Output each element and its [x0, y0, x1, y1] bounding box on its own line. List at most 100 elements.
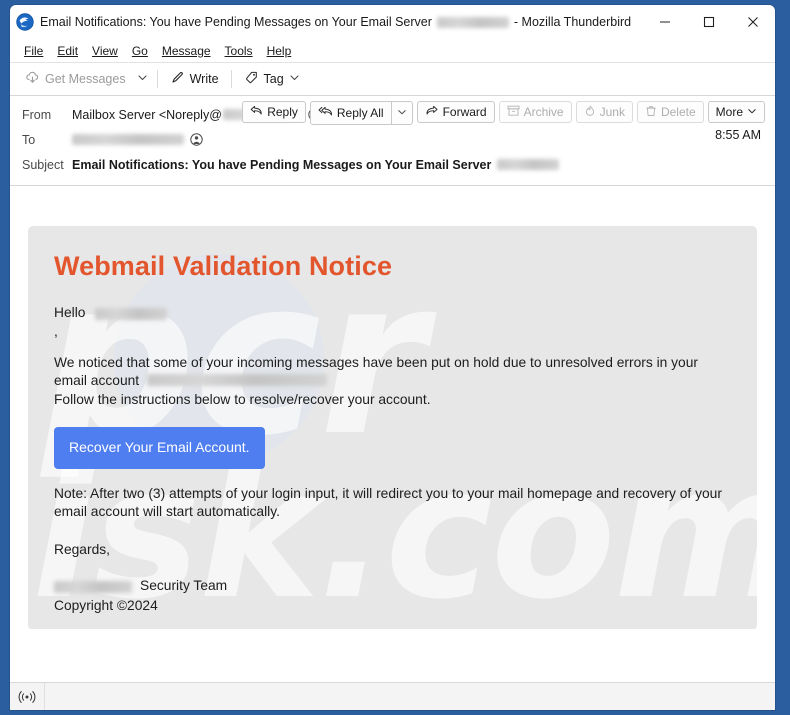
menu-item-message[interactable]: Message	[156, 42, 217, 60]
toolbar-separator-1	[156, 70, 158, 88]
menu-item-edit[interactable]: Edit	[51, 42, 84, 60]
reply-icon	[250, 105, 263, 119]
junk-flame-icon	[584, 105, 596, 120]
redacted-recipient-name	[95, 307, 168, 320]
email-note: Note: After two (3) attempts of your log…	[54, 485, 722, 519]
window-title-text: Email Notifications: You have Pending Me…	[40, 15, 432, 29]
get-messages-button[interactable]: Get Messages	[18, 67, 133, 91]
message-header: From Mailbox Server <Noreply@ > To	[10, 96, 775, 186]
subject-text: Email Notifications: You have Pending Me…	[72, 157, 492, 172]
pencil-icon	[170, 70, 185, 88]
email-regards: Regards,	[54, 542, 110, 558]
menu-item-tools-label: Tools	[224, 43, 253, 58]
redacted-domain-title	[436, 16, 509, 28]
email-signature-line: Security Team	[54, 577, 733, 596]
redacted-recipient-address	[72, 134, 184, 145]
email-account-text: email account	[54, 373, 140, 389]
subject-value: Email Notifications: You have Pending Me…	[72, 157, 560, 172]
archive-button[interactable]: Archive	[498, 101, 572, 123]
reply-all-dropdown[interactable]	[392, 102, 412, 124]
menu-item-go[interactable]: Go	[126, 42, 154, 60]
tag-button[interactable]: Tag	[237, 67, 307, 91]
get-messages-dropdown[interactable]	[133, 67, 152, 91]
write-button[interactable]: Write	[163, 67, 226, 91]
window-title: Email Notifications: You have Pending Me…	[40, 15, 631, 29]
menu-item-edit-label: Edit	[57, 43, 79, 58]
menu-item-tools[interactable]: Tools	[219, 42, 259, 60]
trash-icon	[645, 105, 657, 120]
menu-item-view[interactable]: View	[86, 42, 124, 60]
email-greeting-line: Hello	[54, 304, 733, 322]
archive-box-icon	[507, 105, 520, 120]
menu-item-message-label: Message	[161, 43, 211, 58]
get-messages-label: Get Messages	[45, 72, 126, 86]
from-address-prefix: Mailbox Server <Noreply@	[72, 107, 222, 122]
desktop-background: Email Notifications: You have Pending Me…	[0, 0, 790, 715]
email-signature-suffix: Security Team	[140, 578, 228, 594]
contact-avatar-icon	[190, 133, 203, 146]
email-copyright: Copyright ©2024	[54, 598, 158, 613]
subject-row: Subject Email Notifications: You have Pe…	[10, 152, 775, 177]
reply-all-icon	[318, 106, 333, 120]
status-bar	[10, 682, 775, 710]
window-title-app: - Mozilla Thunderbird	[513, 15, 632, 29]
reply-all-button[interactable]: Reply All	[311, 102, 391, 124]
menu-item-view-label: View	[92, 43, 118, 58]
more-label: More	[715, 105, 743, 119]
menu-item-go-label: Go	[131, 43, 148, 58]
delete-label: Delete	[660, 105, 696, 119]
recover-email-account-button[interactable]: Recover Your Email Account.	[54, 426, 265, 469]
junk-label: Junk	[599, 105, 625, 119]
redacted-company-name	[54, 580, 132, 593]
archive-label: Archive	[523, 105, 564, 119]
more-button[interactable]: More	[707, 101, 765, 123]
message-time: 8:55 AM	[715, 128, 761, 142]
chevron-down-icon	[397, 104, 407, 122]
thunderbird-icon	[16, 13, 34, 31]
window-controls	[643, 5, 775, 39]
thunderbird-window: Email Notifications: You have Pending Me…	[10, 5, 775, 710]
toolbar-separator-2	[230, 70, 232, 88]
menu-item-file-label: File	[24, 43, 44, 58]
close-button[interactable]	[731, 5, 775, 39]
write-label: Write	[189, 72, 219, 86]
delete-button[interactable]: Delete	[636, 101, 704, 123]
tag-icon	[244, 70, 259, 88]
reply-button[interactable]: Reply	[242, 101, 306, 123]
main-toolbar: Get Messages Write Tag	[10, 63, 775, 96]
message-action-buttons: Reply Reply All Forward Archive Junk Del…	[242, 101, 765, 125]
menubar: File Edit View Go Message Tools Help	[10, 39, 775, 63]
email-content: Webmail Validation Notice Hello , We not…	[28, 226, 757, 616]
email-greeting: Hello	[54, 305, 86, 321]
menu-item-help[interactable]: Help	[261, 42, 298, 60]
message-body-area: pcr isk.com Webmail Validation Notice He…	[10, 186, 775, 629]
subject-label: Subject	[22, 157, 64, 172]
redacted-subject-domain	[497, 159, 560, 170]
chevron-down-icon	[289, 72, 300, 86]
email-greeting-comma: ,	[54, 323, 58, 339]
tag-label: Tag	[263, 72, 284, 86]
chevron-down-icon	[137, 70, 148, 88]
forward-button[interactable]: Forward	[416, 101, 495, 123]
menu-item-file[interactable]: File	[18, 42, 49, 60]
window-titlebar: Email Notifications: You have Pending Me…	[10, 5, 775, 39]
from-label: From	[22, 107, 52, 122]
to-row: To	[10, 127, 775, 152]
email-paragraph-1-line-2: email account	[54, 372, 733, 390]
menu-item-help-label: Help	[266, 43, 292, 58]
forward-label: Forward	[442, 105, 487, 119]
maximize-button[interactable]	[687, 5, 731, 39]
wireless-signal-icon[interactable]	[10, 683, 45, 710]
junk-button[interactable]: Junk	[575, 101, 633, 123]
redacted-account-address	[147, 374, 328, 387]
reply-all-group: Reply All	[309, 101, 413, 125]
email-content-card: pcr isk.com Webmail Validation Notice He…	[28, 226, 757, 629]
email-paragraph-2: Follow the instructions below to resolve…	[54, 391, 431, 407]
minimize-button[interactable]	[643, 5, 687, 39]
chevron-down-icon	[747, 105, 757, 119]
cloud-download-icon	[25, 70, 40, 88]
forward-icon	[425, 105, 439, 119]
to-value[interactable]	[72, 133, 203, 146]
reply-all-label: Reply All	[336, 106, 384, 120]
to-label: To	[22, 132, 36, 147]
